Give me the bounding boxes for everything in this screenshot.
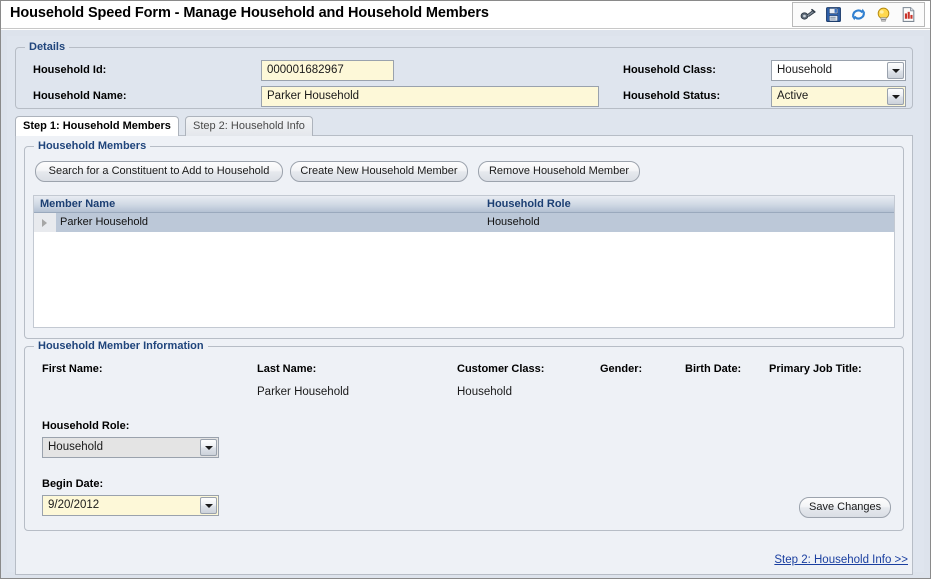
cell-household-role: Household	[487, 216, 540, 228]
tab-strip: Step 1: Household Members Step 2: Househ…	[15, 116, 913, 136]
save-icon[interactable]	[825, 6, 842, 23]
begin-date-value: 9/20/2012	[48, 499, 100, 511]
household-class-dropdown-button[interactable]	[887, 62, 904, 79]
cell-member-name: Parker Household	[60, 216, 149, 228]
household-members-grid[interactable]: Member Name Household Role Parker Househ…	[33, 195, 895, 328]
household-members-group: Household Members Search for a Constitue…	[24, 140, 904, 339]
step2-household-info-link[interactable]: Step 2: Household Info >>	[774, 554, 908, 566]
customer-class-value: Household	[457, 386, 512, 398]
form-body: Details Household Id: 000001682967 House…	[1, 30, 930, 578]
birth-date-label: Birth Date:	[685, 363, 742, 375]
household-member-information-group: Household Member Information First Name:…	[24, 340, 904, 531]
last-name-label: Last Name:	[257, 363, 317, 375]
household-class-value: Household	[777, 64, 832, 76]
table-row[interactable]: Parker Household Household	[34, 213, 894, 232]
household-name-label: Household Name:	[33, 90, 127, 102]
chevron-down-icon	[204, 503, 213, 508]
chevron-down-icon	[891, 94, 900, 99]
gender-label: Gender:	[600, 363, 643, 375]
chevron-down-icon	[891, 68, 900, 73]
tab-panel-step1: Household Members Search for a Constitue…	[15, 135, 913, 575]
remove-household-member-button[interactable]: Remove Household Member	[478, 161, 640, 182]
column-header-household-role[interactable]: Household Role	[487, 196, 571, 212]
first-name-label: First Name:	[42, 363, 103, 375]
last-name-value: Parker Household	[257, 386, 350, 398]
column-header-member-name[interactable]: Member Name	[40, 196, 115, 212]
lightbulb-icon[interactable]	[875, 6, 892, 23]
search-constituent-button[interactable]: Search for a Constituent to Add to House…	[35, 161, 283, 182]
create-household-member-button[interactable]: Create New Household Member	[290, 161, 468, 182]
household-id-input[interactable]: 000001682967	[261, 60, 394, 81]
household-name-input[interactable]: Parker Household	[261, 86, 599, 107]
household-role-dropdown[interactable]: Household	[42, 437, 219, 458]
household-status-dropdown-button[interactable]	[887, 88, 904, 105]
household-role-label: Household Role:	[42, 420, 130, 432]
chevron-down-icon	[204, 445, 213, 450]
chevron-right-icon	[42, 219, 47, 227]
form-body-inner: Details Household Id: 000001682967 House…	[7, 36, 924, 575]
household-status-dropdown[interactable]: Active	[771, 86, 906, 107]
household-class-label: Household Class:	[623, 64, 716, 76]
begin-date-picker[interactable]: 9/20/2012	[42, 495, 219, 516]
household-id-label: Household Id:	[33, 64, 107, 76]
customer-class-label: Customer Class:	[457, 363, 545, 375]
tab-step2-household-info[interactable]: Step 2: Household Info	[185, 116, 313, 136]
tab-step1-household-members[interactable]: Step 1: Household Members	[15, 116, 179, 136]
binoculars-icon[interactable]	[800, 6, 817, 23]
grid-header-row: Member Name Household Role	[34, 196, 894, 213]
begin-date-label: Begin Date:	[42, 478, 104, 490]
household-class-dropdown[interactable]: Household	[771, 60, 906, 81]
title-bar: Household Speed Form - Manage Household …	[1, 1, 930, 29]
household-status-value: Active	[777, 90, 809, 102]
household-members-legend: Household Members	[34, 140, 151, 152]
household-role-value: Household	[48, 441, 103, 453]
details-group: Details Household Id: 000001682967 House…	[15, 41, 913, 109]
row-expander[interactable]	[34, 213, 56, 232]
begin-date-dropdown-button[interactable]	[200, 497, 217, 514]
page-title: Household Speed Form - Manage Household …	[10, 5, 489, 21]
refresh-icon[interactable]	[850, 6, 867, 23]
household-status-label: Household Status:	[623, 90, 721, 102]
primary-job-title-label: Primary Job Title:	[769, 363, 862, 375]
toolbar	[792, 2, 925, 27]
application-window: Household Speed Form - Manage Household …	[0, 0, 931, 579]
details-legend: Details	[25, 41, 70, 53]
household-role-dropdown-button[interactable]	[200, 439, 217, 456]
report-icon[interactable]	[900, 6, 917, 23]
member-information-legend: Household Member Information	[34, 340, 208, 352]
save-changes-button[interactable]: Save Changes	[799, 497, 891, 518]
